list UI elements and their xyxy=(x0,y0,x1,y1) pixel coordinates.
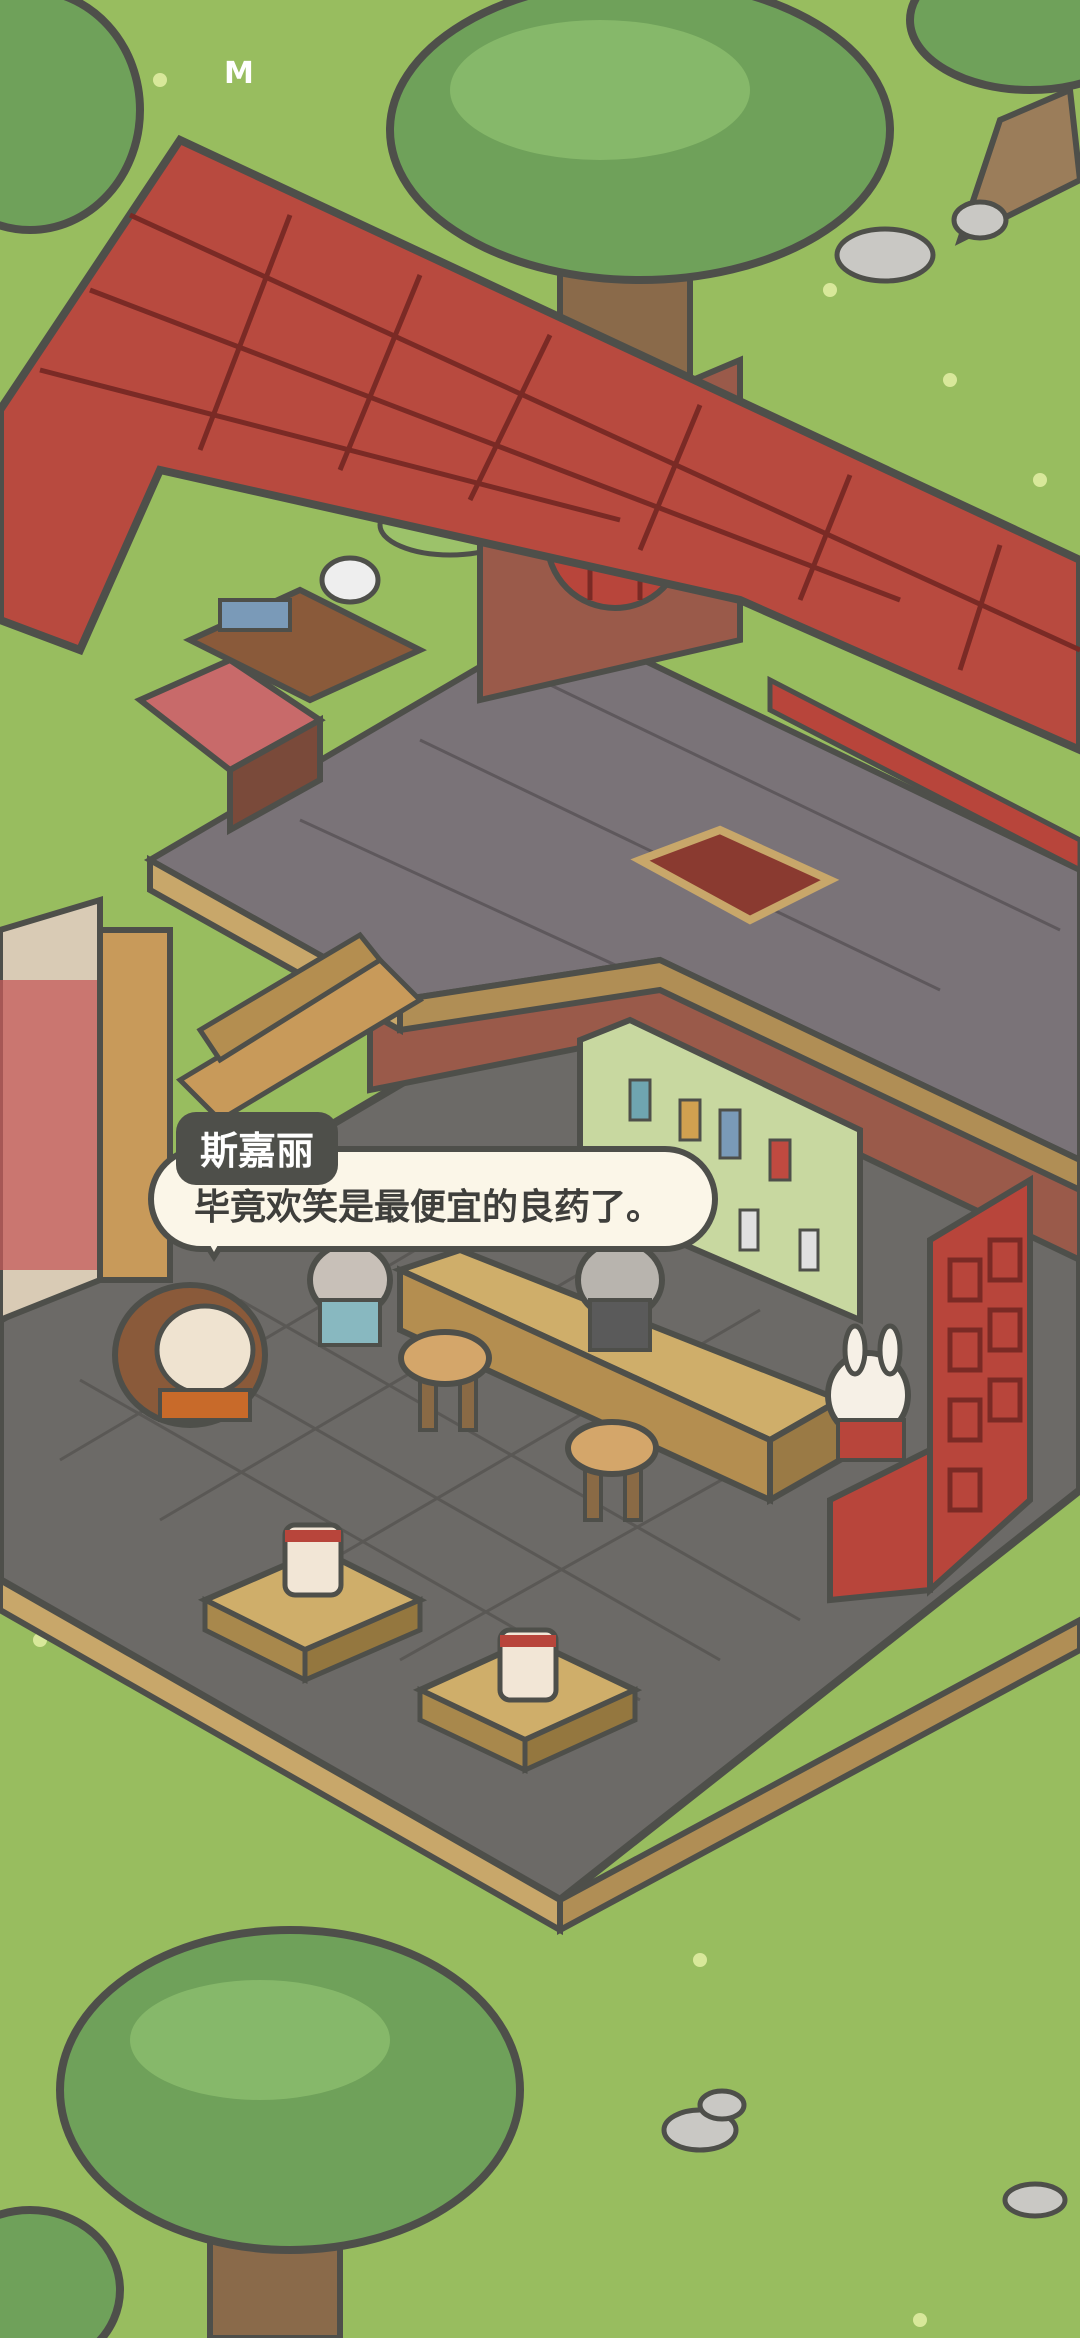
rocks-bottom xyxy=(661,2088,1068,2219)
speaker-name: 斯嘉丽 xyxy=(176,1112,339,1185)
character-customer-blue[interactable] xyxy=(307,1241,393,1347)
character-scarlett[interactable] xyxy=(112,1282,268,1428)
character-bartender[interactable] xyxy=(575,1239,665,1352)
dialogue-text: 毕竟欢笑是最便宜的良药了。 xyxy=(194,1187,663,1228)
tree-bottom xyxy=(0,1926,524,2338)
speech-bubble-tail-inner xyxy=(205,1236,223,1252)
rock-top-right xyxy=(834,199,1009,284)
tree-top-left xyxy=(0,0,144,234)
status-indicator: M xyxy=(224,56,254,91)
